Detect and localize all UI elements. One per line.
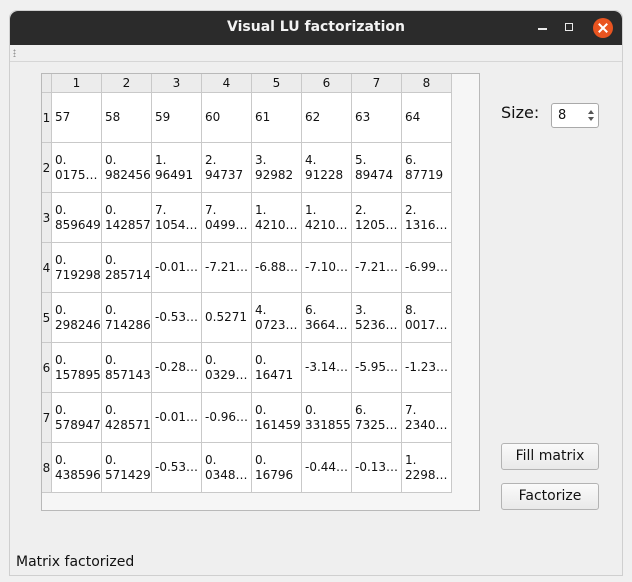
size-value[interactable]: 8 bbox=[558, 108, 566, 123]
row-header[interactable]: 2 bbox=[42, 143, 52, 193]
matrix-cell[interactable]: 0.5271 bbox=[202, 293, 252, 343]
matrix-cell[interactable]: 0. 438596 bbox=[52, 443, 102, 493]
size-label: Size: bbox=[501, 103, 540, 122]
matrix-cell[interactable]: -1.23… bbox=[402, 343, 452, 393]
matrix-cell[interactable]: 57 bbox=[52, 93, 102, 143]
row-header[interactable]: 4 bbox=[42, 243, 52, 293]
matrix-cell[interactable]: 62 bbox=[302, 93, 352, 143]
matrix-cell[interactable]: 1. 4210… bbox=[252, 193, 302, 243]
size-spinbox[interactable]: 8 bbox=[551, 103, 599, 128]
column-header[interactable]: 4 bbox=[202, 74, 252, 93]
column-header[interactable]: 3 bbox=[152, 74, 202, 93]
fill-matrix-button[interactable]: Fill matrix bbox=[501, 443, 599, 470]
matrix-cell[interactable]: 4. 0723… bbox=[252, 293, 302, 343]
matrix-cell[interactable]: 6. 7325… bbox=[352, 393, 402, 443]
matrix-cell[interactable]: 1. 4210… bbox=[302, 193, 352, 243]
matrix-cell[interactable]: 0. 157895 bbox=[52, 343, 102, 393]
matrix-cell[interactable]: 0. 142857 bbox=[102, 193, 152, 243]
matrix-cell[interactable]: -6.99… bbox=[402, 243, 452, 293]
matrix-cell[interactable]: -5.95… bbox=[352, 343, 402, 393]
matrix-cell[interactable]: -7.21… bbox=[202, 243, 252, 293]
matrix-cell[interactable]: 0. 161459 bbox=[252, 393, 302, 443]
row-header[interactable]: 7 bbox=[42, 393, 52, 443]
spin-up-icon[interactable] bbox=[587, 107, 595, 116]
matrix-cell[interactable]: 7. 1054… bbox=[152, 193, 202, 243]
matrix-cell[interactable]: 58 bbox=[102, 93, 152, 143]
matrix-cell[interactable]: -0.13… bbox=[352, 443, 402, 493]
row-header[interactable]: 5 bbox=[42, 293, 52, 343]
matrix-cell[interactable]: 0. 16796 bbox=[252, 443, 302, 493]
matrix-cell[interactable]: 1. 2298… bbox=[402, 443, 452, 493]
column-header[interactable]: 1 bbox=[52, 74, 102, 93]
matrix-table[interactable]: 12345678 12345678 57 58 59 60 61 62 63 64 0. 017… bbox=[41, 73, 480, 511]
factorize-button[interactable]: Factorize bbox=[501, 483, 599, 510]
column-header[interactable]: 5 bbox=[252, 74, 302, 93]
main-window: Visual LU factorization 12345678 1234567… bbox=[9, 10, 623, 576]
matrix-cell[interactable]: -0.96… bbox=[202, 393, 252, 443]
matrix-cell[interactable]: 0. 298246 bbox=[52, 293, 102, 343]
column-header[interactable]: 7 bbox=[352, 74, 402, 93]
window-title: Visual LU factorization bbox=[227, 19, 405, 35]
matrix-cell[interactable]: 3. 5236… bbox=[352, 293, 402, 343]
row-header[interactable]: 6 bbox=[42, 343, 52, 393]
matrix-cell[interactable]: -0.44… bbox=[302, 443, 352, 493]
matrix-cell[interactable]: -7.10… bbox=[302, 243, 352, 293]
matrix-cell[interactable]: 0. 331855 bbox=[302, 393, 352, 443]
toolbar-grip-icon[interactable] bbox=[13, 49, 16, 57]
matrix-cell[interactable]: 0. 285714 bbox=[102, 243, 152, 293]
matrix-cell[interactable]: 1. 96491 bbox=[152, 143, 202, 193]
column-header[interactable]: 8 bbox=[402, 74, 452, 93]
matrix-cell[interactable]: 0. 719298 bbox=[52, 243, 102, 293]
matrix-cell[interactable]: 59 bbox=[152, 93, 202, 143]
minimize-icon[interactable] bbox=[533, 18, 553, 38]
matrix-cell[interactable]: 8. 0017… bbox=[402, 293, 452, 343]
matrix-cell[interactable]: -0.01… bbox=[152, 393, 202, 443]
row-header[interactable]: 1 bbox=[42, 93, 52, 143]
column-header[interactable]: 6 bbox=[302, 74, 352, 93]
matrix-cell[interactable]: 0. 428571 bbox=[102, 393, 152, 443]
toolbar-area bbox=[10, 45, 622, 62]
matrix-cell[interactable]: 0. 0329… bbox=[202, 343, 252, 393]
matrix-cell[interactable]: 2. 1205… bbox=[352, 193, 402, 243]
matrix-cell[interactable]: 0. 857143 bbox=[102, 343, 152, 393]
matrix-cell[interactable]: 63 bbox=[352, 93, 402, 143]
matrix-cell[interactable]: -6.88… bbox=[252, 243, 302, 293]
matrix-cell[interactable]: 0. 0175… bbox=[52, 143, 102, 193]
spin-down-icon[interactable] bbox=[587, 116, 595, 125]
close-icon[interactable] bbox=[593, 18, 613, 38]
maximize-icon[interactable] bbox=[560, 18, 580, 38]
matrix-cell[interactable]: 4. 91228 bbox=[302, 143, 352, 193]
matrix-cell[interactable]: -0.53… bbox=[152, 293, 202, 343]
matrix-cell[interactable]: 61 bbox=[252, 93, 302, 143]
matrix-cell[interactable]: 6. 87719 bbox=[402, 143, 452, 193]
matrix-cell[interactable]: -0.53… bbox=[152, 443, 202, 493]
matrix-cell[interactable]: 0. 578947 bbox=[52, 393, 102, 443]
matrix-cell[interactable]: 0. 16471 bbox=[252, 343, 302, 393]
status-bar-text: Matrix factorized bbox=[16, 554, 135, 570]
matrix-cell[interactable]: 60 bbox=[202, 93, 252, 143]
matrix-cell[interactable]: 7. 2340… bbox=[402, 393, 452, 443]
matrix-cell[interactable]: 3. 92982 bbox=[252, 143, 302, 193]
matrix-cell[interactable]: 64 bbox=[402, 93, 452, 143]
matrix-cell[interactable]: -0.28… bbox=[152, 343, 202, 393]
matrix-cell[interactable]: -7.21… bbox=[352, 243, 402, 293]
matrix-cell[interactable]: 2. 94737 bbox=[202, 143, 252, 193]
matrix-cell[interactable]: 0. 714286 bbox=[102, 293, 152, 343]
matrix-cell[interactable]: -0.01… bbox=[152, 243, 202, 293]
matrix-cell[interactable]: 5. 89474 bbox=[352, 143, 402, 193]
title-bar[interactable]: Visual LU factorization bbox=[10, 11, 622, 45]
table-corner-button[interactable] bbox=[42, 74, 52, 93]
matrix-cell[interactable]: 0. 0348… bbox=[202, 443, 252, 493]
matrix-cell[interactable]: 7. 0499… bbox=[202, 193, 252, 243]
matrix-cell[interactable]: -3.14… bbox=[302, 343, 352, 393]
matrix-cell[interactable]: 0. 859649 bbox=[52, 193, 102, 243]
row-header[interactable]: 3 bbox=[42, 193, 52, 243]
matrix-cell[interactable]: 2. 1316… bbox=[402, 193, 452, 243]
row-header[interactable]: 8 bbox=[42, 443, 52, 493]
matrix-cell[interactable]: 6. 3664… bbox=[302, 293, 352, 343]
column-header[interactable]: 2 bbox=[102, 74, 152, 93]
matrix-cell[interactable]: 0. 571429 bbox=[102, 443, 152, 493]
matrix-cell[interactable]: 0. 982456 bbox=[102, 143, 152, 193]
